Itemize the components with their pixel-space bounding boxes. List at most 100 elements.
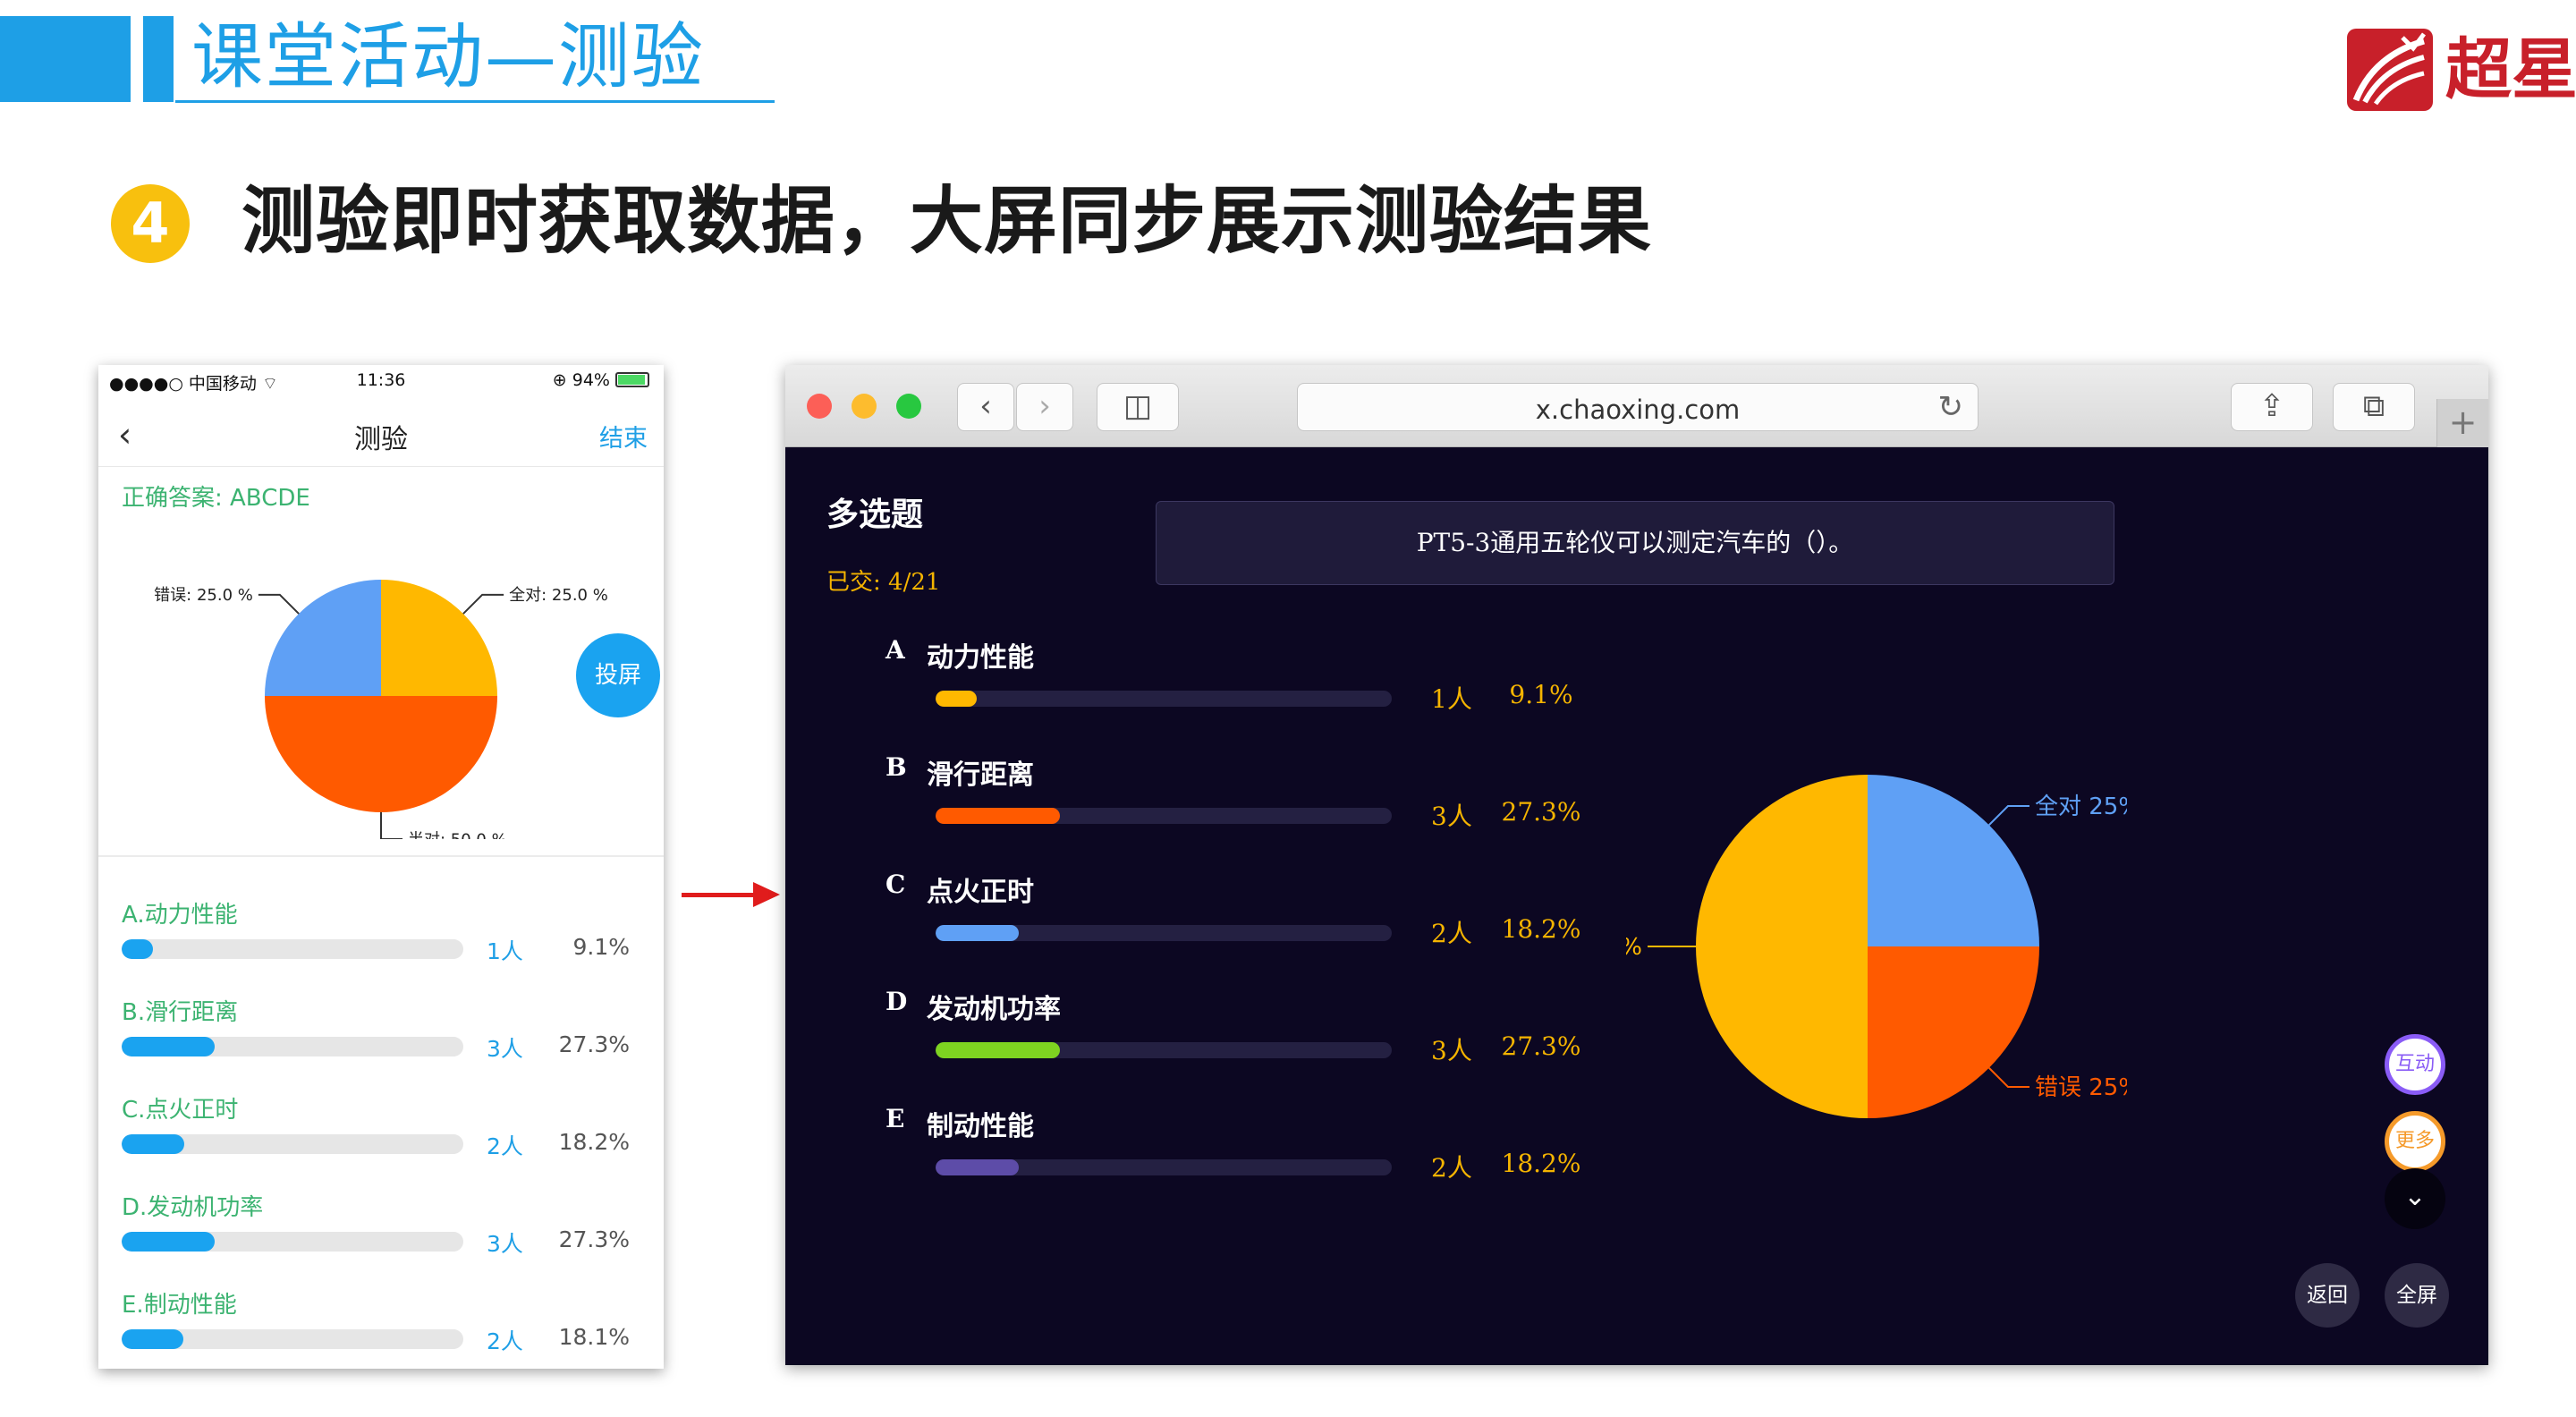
option-percent: 18.2% [1501,914,1581,944]
option-progress-fill [122,1329,184,1349]
address-bar[interactable]: x.chaoxing.com ↻ [1297,383,1979,431]
nav-title: 测验 [354,424,408,455]
option-progress-fill [936,1042,1061,1058]
option-progress-track [936,808,1392,824]
url-text: x.chaoxing.com [1535,395,1741,425]
option-progress-track [122,1134,463,1154]
option-progress-fill [122,1134,184,1154]
fullscreen-button[interactable]: 全屏 [2385,1263,2449,1328]
pie-slice [265,696,497,812]
option-percent: 9.1% [572,934,630,960]
option-progress-track [122,1329,463,1349]
phone-option-row: C.点火正时 2人 18.2% [98,1091,664,1181]
pie-slice [1868,946,2039,1118]
back-arrow-icon[interactable]: ‹ [957,383,1014,431]
interact-button[interactable]: 互动 [2385,1034,2445,1095]
option-percent: 27.3% [1501,1031,1581,1061]
option-percent: 9.1% [1509,680,1573,709]
return-button[interactable]: 返回 [2295,1263,2360,1328]
chaoxing-logo: 超星 [2347,27,2576,113]
option-progress-fill [122,939,153,959]
option-letter: D [886,987,908,1016]
option-progress-track [122,1037,463,1056]
option-letter: B [886,752,907,782]
option-label: E.制动性能 [122,1292,237,1319]
option-label: D.发动机功率 [122,1194,264,1221]
option-count: 2人 [1431,1153,1472,1183]
option-label: A.动力性能 [122,902,238,929]
option-progress-fill [936,691,978,707]
phone-nav-bar: ‹ 测验 结束 [98,401,664,467]
section-divider [98,855,664,857]
question-text: PT5-3通用五轮仪可以测定汽车的（）。 [1156,501,2114,585]
pie-slice-label: 错误: 25.0 % [154,586,253,605]
screen-option-row: D 发动机功率 3人 27.3% [785,987,1590,1103]
slide-subtitle: 测验即时获取数据，大屏同步展示测验结果 [242,179,1653,264]
question-type: 多选题 [826,496,924,533]
option-count: 3人 [1431,802,1472,831]
browser-window: ‹ › ◫ x.chaoxing.com ↻ ⇪ ⧉ + 多选题 已交: 4/2… [785,365,2488,1365]
option-letter: E [886,1104,905,1133]
forward-arrow-icon[interactable]: › [1016,383,1073,431]
new-tab-plus-icon[interactable]: + [2436,399,2488,447]
option-progress-track [936,691,1392,707]
minimize-window-button[interactable] [852,394,877,419]
option-letter: C [886,870,906,899]
zoom-window-button[interactable] [896,394,921,419]
phone-screen: ●●●●○ 中国移动 ⌔ 11:36 ⊕ 94% ‹ 测验 结束 正确答案: A… [98,365,664,1369]
option-progress-track [936,1042,1392,1058]
more-button[interactable]: 更多 [2385,1111,2445,1172]
pie-leader-line [380,812,402,839]
slide-title: 课堂活动—测验 [191,15,705,98]
pie-slice-label: 错误 25% [2035,1074,2127,1101]
pie-slice-label: 全对: 25.0 % [509,586,608,605]
option-progress-track [936,1159,1392,1175]
tabs-overview-icon[interactable]: ⧉ [2333,383,2415,431]
option-progress-track [936,925,1392,941]
option-progress-fill [122,1037,216,1056]
screen-option-row: E 制动性能 2人 18.2% [785,1104,1590,1220]
phone-status-bar: ●●●●○ 中国移动 ⌔ 11:36 ⊕ 94% [98,365,664,395]
option-progress-fill [936,925,1019,941]
option-progress-fill [936,808,1061,824]
cast-screen-button[interactable]: 投屏 [576,633,660,717]
option-text: 发动机功率 [927,994,1061,1025]
pie-leader-line [258,593,300,615]
pie-slice-label: 全对 25% [2035,793,2127,820]
phone-option-row: E.制动性能 2人 18.1% [98,1286,664,1369]
option-text: 点火正时 [927,877,1034,908]
option-percent: 27.3% [1501,797,1581,827]
option-text: 滑行距离 [927,759,1034,791]
battery-percent: ⊕ 94% [552,370,610,390]
battery-icon [615,372,649,387]
option-percent: 18.1% [558,1324,630,1350]
share-icon[interactable]: ⇪ [2231,383,2313,431]
option-percent: 18.2% [1501,1149,1581,1178]
title-underline [175,100,775,103]
option-progress-track [122,939,463,959]
option-percent: 18.2% [558,1129,630,1155]
pie-leader-line [1988,805,2029,826]
header-accent-block [0,16,131,102]
option-text: 制动性能 [927,1111,1034,1142]
option-count: 2人 [487,1328,523,1354]
phone-option-row: D.发动机功率 3人 27.3% [98,1189,664,1278]
option-percent: 27.3% [558,1031,630,1057]
pie-slice-label: 半对: 50.0 % [408,830,507,839]
screen-result-pie-chart: 全对 25% 错误 25% 半对 50% [1626,775,2127,1118]
pie-leader-line [1988,1067,2029,1088]
option-text: 动力性能 [927,642,1034,674]
reload-icon[interactable]: ↻ [1938,389,1964,425]
collapse-chevron-icon[interactable]: ⌄ [2385,1168,2445,1229]
submitted-count: 已交: 4/21 [826,569,941,596]
sidebar-toggle-icon[interactable]: ◫ [1097,383,1179,431]
phone-option-row: B.滑行距离 3人 27.3% [98,994,664,1083]
pie-slice-label: 半对 50% [1626,934,1642,961]
option-label: B.滑行距离 [122,999,239,1026]
close-window-button[interactable] [807,394,832,419]
option-percent: 27.3% [558,1226,630,1252]
end-button[interactable]: 结束 [599,419,648,454]
red-arrow-icon [753,882,780,907]
red-arrow-shaft [682,893,757,897]
screen-option-row: C 点火正时 2人 18.2% [785,870,1590,986]
